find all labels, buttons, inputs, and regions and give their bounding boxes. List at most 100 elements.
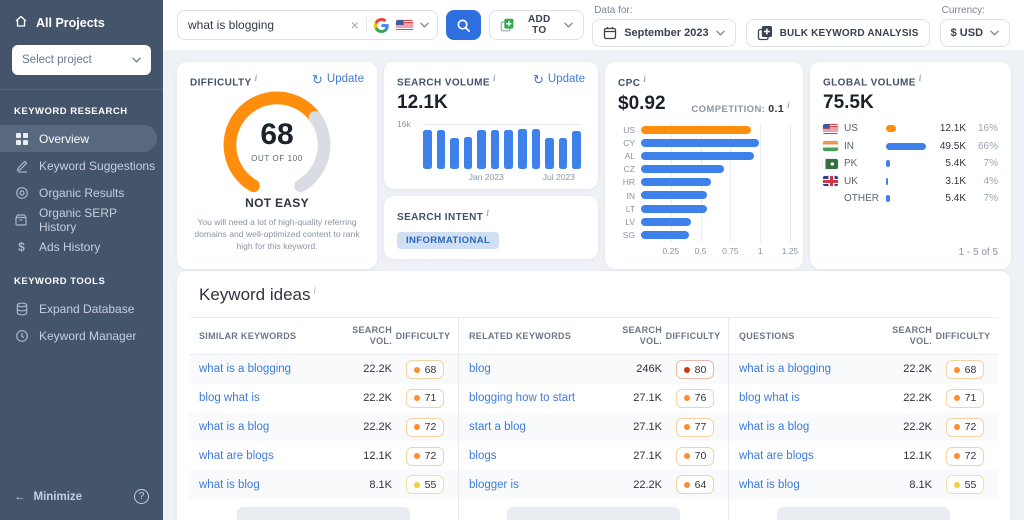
add-to-button[interactable]: ADD TO xyxy=(489,10,585,40)
difficulty-number: 71 xyxy=(964,392,977,405)
keyword-link[interactable]: what is a blog xyxy=(729,421,880,433)
column-header-volume[interactable]: SEARCH VOL. xyxy=(880,325,932,348)
gridline xyxy=(760,215,762,229)
pk-flag-icon xyxy=(823,158,838,169)
add-to-icon xyxy=(500,18,514,32)
gridline xyxy=(700,228,702,242)
middle-column: SEARCH VOLUME i ↻ Update 12.1K 16k Jan 202… xyxy=(384,62,598,269)
minimize-label: Minimize xyxy=(33,490,83,503)
keyword-volume: 12.1K xyxy=(903,449,932,462)
cpc-country-row: HR xyxy=(618,175,791,189)
global-volume-row: IN 49.5K 66% xyxy=(823,141,998,152)
column-header-keywords[interactable]: QUESTIONS xyxy=(729,331,880,341)
global-volume-card: GLOBAL VOLUME i 75.5K US 12.1K 16% IN 49.5K 66… xyxy=(810,62,1011,269)
column-header-difficulty[interactable]: DIFFICULTY xyxy=(392,331,458,341)
cpc-bar xyxy=(641,125,751,134)
sidebar-item-overview[interactable]: Overview xyxy=(0,125,157,152)
keyword-link[interactable]: what is a blogging xyxy=(189,363,340,375)
sidebar-item-ads-history[interactable]: $ Ads History xyxy=(0,233,157,260)
column-header-keywords[interactable]: RELATED KEYWORDS xyxy=(459,331,610,341)
keyword-volume: 22.2K xyxy=(903,363,932,376)
data-for-label: Data for: xyxy=(594,5,633,16)
sidebar-item-organic-results[interactable]: Organic Results xyxy=(0,179,157,206)
sidebar-item-keyword-manager[interactable]: Keyword Manager xyxy=(0,322,157,349)
view-all-button[interactable] xyxy=(237,506,410,520)
table-row: blogger is 22.2K 64 xyxy=(459,470,728,499)
currency-select[interactable]: $ USD xyxy=(939,19,1011,47)
column-header-volume[interactable]: SEARCH VOL. xyxy=(340,325,392,348)
dollar-icon: $ xyxy=(18,239,25,254)
column-header-keywords[interactable]: SIMILAR KEYWORDS xyxy=(189,331,340,341)
view-all-button[interactable] xyxy=(507,506,680,520)
keyword-link[interactable]: what is blog xyxy=(189,479,340,491)
sidebar-item-organic-serp-history[interactable]: Organic SERP History xyxy=(0,206,157,234)
difficulty-number: 64 xyxy=(694,478,707,491)
all-projects-button[interactable]: All Projects xyxy=(12,12,151,33)
volume-bar xyxy=(558,137,568,170)
keyword-link[interactable]: blogging how to start xyxy=(459,392,610,404)
difficulty-dot xyxy=(953,481,960,488)
country-code: IN xyxy=(844,140,854,152)
global-bar-track xyxy=(886,160,926,168)
volume-update-button[interactable]: ↻ Update xyxy=(533,73,585,86)
country-volume: 3.1K xyxy=(945,175,966,187)
sidebar-item-keyword-suggestions[interactable]: Keyword Suggestions xyxy=(0,152,157,179)
keyword-link[interactable]: start a blog xyxy=(459,421,610,433)
gridline xyxy=(790,162,791,176)
search-input[interactable] xyxy=(188,18,344,32)
keyword-difficulty-cell: 70 xyxy=(662,446,728,466)
keyword-link[interactable]: what is blog xyxy=(729,479,880,491)
topbar-right: Data for: September 2023 BULK KEYWORD AN… xyxy=(592,3,1011,47)
keyword-group-related-keywords: RELATED KEYWORDS SEARCH VOL. DIFFICULTY blo… xyxy=(458,318,728,520)
keyword-link[interactable]: blog what is xyxy=(189,392,340,404)
column-header-volume[interactable]: SEARCH VOL. xyxy=(610,325,662,348)
keyword-difficulty-cell: 64 xyxy=(662,475,728,495)
keyword-link[interactable]: what is a blogging xyxy=(729,363,880,375)
date-select[interactable]: September 2023 xyxy=(592,19,736,47)
chevron-down-icon[interactable] xyxy=(420,22,429,28)
difficulty-badge: 72 xyxy=(405,446,445,466)
global-volume-bar xyxy=(886,142,926,150)
global-volume-list: US 12.1K 16% IN 49.5K 66% PK 5.4K 7% UK 3.1K 4% OTHE… xyxy=(823,123,998,204)
keyword-volume: 22.2K xyxy=(363,420,392,433)
keyword-link[interactable]: what are blogs xyxy=(189,450,340,462)
keyword-link[interactable]: blog what is xyxy=(729,392,880,404)
minimize-button[interactable]: ← Minimize xyxy=(14,491,82,503)
column-header-difficulty[interactable]: DIFFICULTY xyxy=(662,331,728,341)
cpc-axis: 0.25 0.5 0.75 1 1.25 xyxy=(641,246,799,258)
table-row: what are blogs 12.1K 72 xyxy=(729,441,998,470)
keyword-link[interactable]: blogs xyxy=(459,450,610,462)
difficulty-number: 55 xyxy=(424,478,437,491)
keyword-link[interactable]: blogger is xyxy=(459,479,610,491)
difficulty-update-button[interactable]: ↻ Update xyxy=(312,73,364,86)
keyword-link[interactable]: blog xyxy=(459,363,610,375)
search-button[interactable] xyxy=(445,10,482,40)
project-select[interactable]: Select project xyxy=(12,45,151,75)
bulk-keyword-analysis-button[interactable]: BULK KEYWORD ANALYSIS xyxy=(745,19,930,47)
cpc-bar-track xyxy=(641,123,791,137)
keyword-link[interactable]: what is a blog xyxy=(189,421,340,433)
sidebar-item-expand-database[interactable]: Expand Database xyxy=(0,295,157,322)
table-row: blogging how to start 27.1K 76 xyxy=(459,384,728,413)
difficulty-number: 80 xyxy=(694,363,707,376)
keyword-difficulty-cell: 72 xyxy=(392,417,458,437)
keyword-volume: 8.1K xyxy=(909,478,932,491)
difficulty-badge: 71 xyxy=(405,388,445,408)
keyword-volume: 27.1K xyxy=(633,392,662,405)
help-icon[interactable]: ? xyxy=(134,489,149,504)
global-volume-bar xyxy=(886,195,891,203)
keyword-difficulty-cell: 77 xyxy=(662,417,728,437)
bulk-analysis-icon xyxy=(757,26,772,41)
clear-search-icon[interactable]: × xyxy=(351,18,359,32)
keyword-link[interactable]: what are blogs xyxy=(729,450,880,462)
bulk-analysis-label: BULK KEYWORD ANALYSIS xyxy=(779,27,919,39)
global-volume-bar xyxy=(886,160,891,168)
difficulty-dot xyxy=(683,366,690,373)
column-header-difficulty[interactable]: DIFFICULTY xyxy=(932,331,998,341)
gridline xyxy=(730,188,732,203)
difficulty-dot xyxy=(413,366,420,373)
difficulty-card: DIFFICULTY i ↻ Update 68 OUT OF 100 NOT EA… xyxy=(177,62,377,269)
view-all-button[interactable] xyxy=(777,506,950,520)
table-header-row: QUESTIONS SEARCH VOL. DIFFICULTY xyxy=(729,318,998,355)
add-to-label: ADD TO xyxy=(528,14,551,36)
